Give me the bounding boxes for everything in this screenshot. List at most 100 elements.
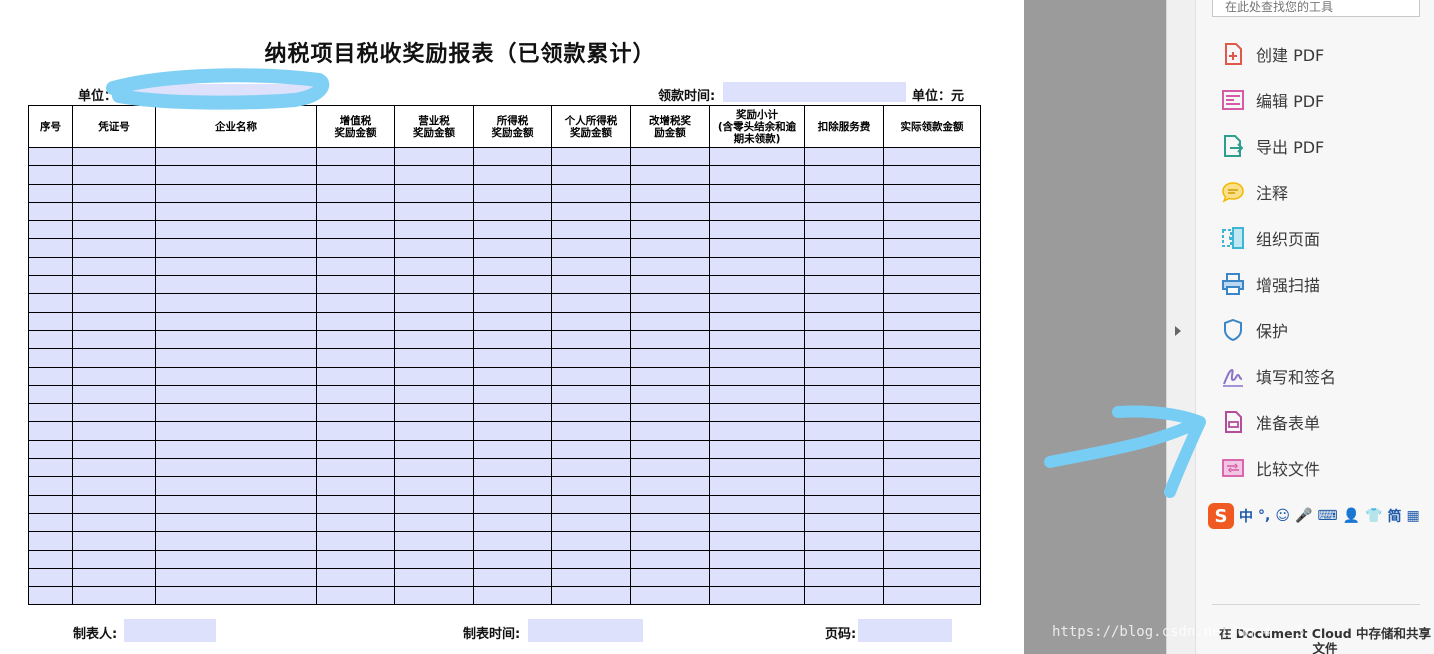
form-cell[interactable] xyxy=(804,494,884,514)
form-cell[interactable] xyxy=(630,348,710,368)
form-cell[interactable] xyxy=(72,201,156,222)
form-cell[interactable] xyxy=(709,549,805,569)
form-cell[interactable] xyxy=(473,476,552,496)
tool-fill-sign[interactable]: 填写和签名 xyxy=(1220,361,1420,391)
form-cell[interactable] xyxy=(72,311,156,331)
form-cell[interactable] xyxy=(709,421,805,441)
form-cell[interactable] xyxy=(316,311,395,331)
form-cell[interactable] xyxy=(316,458,395,478)
form-cell[interactable] xyxy=(630,512,710,533)
form-cell[interactable] xyxy=(883,531,981,551)
form-cell[interactable] xyxy=(316,146,395,167)
form-cell[interactable] xyxy=(551,567,631,588)
form-cell[interactable] xyxy=(473,439,552,460)
form-cell[interactable] xyxy=(28,311,73,331)
form-cell[interactable] xyxy=(804,458,884,478)
tool-comment[interactable]: 注释 xyxy=(1220,177,1420,207)
form-cell[interactable] xyxy=(28,549,73,569)
form-cell[interactable] xyxy=(804,275,884,295)
form-cell[interactable] xyxy=(473,494,552,514)
form-cell[interactable] xyxy=(709,439,805,460)
form-cell[interactable] xyxy=(804,348,884,368)
form-cell[interactable] xyxy=(72,421,156,441)
form-cell[interactable] xyxy=(709,384,805,405)
tool-compare-files[interactable]: 比较文件 xyxy=(1220,453,1420,483)
form-cell[interactable] xyxy=(28,567,73,588)
payment-time-field[interactable] xyxy=(723,82,906,102)
form-cell[interactable] xyxy=(394,384,474,405)
form-cell[interactable] xyxy=(316,494,395,514)
form-cell[interactable] xyxy=(551,439,631,460)
form-cell[interactable] xyxy=(316,165,395,185)
form-cell[interactable] xyxy=(155,275,317,295)
form-cell[interactable] xyxy=(72,567,156,588)
form-cell[interactable] xyxy=(316,201,395,222)
form-cell[interactable] xyxy=(155,494,317,514)
form-cell[interactable] xyxy=(551,403,631,423)
form-cell[interactable] xyxy=(630,183,710,203)
form-cell[interactable] xyxy=(72,238,156,258)
form-cell[interactable] xyxy=(28,183,73,203)
form-cell[interactable] xyxy=(551,494,631,514)
form-cell[interactable] xyxy=(630,165,710,185)
form-cell[interactable] xyxy=(630,256,710,277)
form-cell[interactable] xyxy=(709,275,805,295)
form-cell[interactable] xyxy=(316,238,395,258)
form-cell[interactable] xyxy=(551,329,631,350)
form-cell[interactable] xyxy=(709,201,805,222)
form-cell[interactable] xyxy=(709,512,805,533)
form-cell[interactable] xyxy=(804,293,884,313)
form-cell[interactable] xyxy=(394,293,474,313)
form-cell[interactable] xyxy=(804,439,884,460)
form-cell[interactable] xyxy=(551,275,631,295)
form-cell[interactable] xyxy=(394,458,474,478)
ime-keyboard-icon[interactable]: ⌨ xyxy=(1317,508,1337,524)
form-cell[interactable] xyxy=(473,586,552,606)
form-cell[interactable] xyxy=(473,201,552,222)
form-cell[interactable] xyxy=(473,348,552,368)
form-cell[interactable] xyxy=(316,531,395,551)
ime-punctuation-icon[interactable]: °, xyxy=(1258,508,1270,524)
form-cell[interactable] xyxy=(316,384,395,405)
tool-prepare-form[interactable]: 准备表单 xyxy=(1220,407,1420,437)
form-cell[interactable] xyxy=(883,329,981,350)
form-cell[interactable] xyxy=(316,183,395,203)
form-cell[interactable] xyxy=(473,256,552,277)
form-cell[interactable] xyxy=(72,476,156,496)
tool-protect[interactable]: 保护 xyxy=(1220,315,1420,345)
form-cell[interactable] xyxy=(72,586,156,606)
form-cell[interactable] xyxy=(709,476,805,496)
form-cell[interactable] xyxy=(883,384,981,405)
form-cell[interactable] xyxy=(155,165,317,185)
form-cell[interactable] xyxy=(709,366,805,386)
form-cell[interactable] xyxy=(551,421,631,441)
form-cell[interactable] xyxy=(883,421,981,441)
form-cell[interactable] xyxy=(155,384,317,405)
form-cell[interactable] xyxy=(709,183,805,203)
form-cell[interactable] xyxy=(155,256,317,277)
form-cell[interactable] xyxy=(804,311,884,331)
form-cell[interactable] xyxy=(883,311,981,331)
form-cell[interactable] xyxy=(316,403,395,423)
form-cell[interactable] xyxy=(709,146,805,167)
tool-organize-pages[interactable]: 组织页面 xyxy=(1220,223,1420,253)
form-cell[interactable] xyxy=(155,567,317,588)
form-cell[interactable] xyxy=(630,549,710,569)
form-cell[interactable] xyxy=(72,183,156,203)
form-cell[interactable] xyxy=(155,329,317,350)
form-cell[interactable] xyxy=(394,256,474,277)
form-cell[interactable] xyxy=(630,384,710,405)
sogou-logo-icon[interactable]: S xyxy=(1208,503,1234,529)
form-cell[interactable] xyxy=(883,275,981,295)
form-cell[interactable] xyxy=(72,329,156,350)
form-cell[interactable] xyxy=(473,512,552,533)
form-cell[interactable] xyxy=(155,146,317,167)
form-cell[interactable] xyxy=(394,439,474,460)
tool-export-pdf[interactable]: 导出 PDF xyxy=(1220,131,1420,161)
form-cell[interactable] xyxy=(394,549,474,569)
form-cell[interactable] xyxy=(155,238,317,258)
form-cell[interactable] xyxy=(804,421,884,441)
form-cell[interactable] xyxy=(28,275,73,295)
form-cell[interactable] xyxy=(394,366,474,386)
form-cell[interactable] xyxy=(28,384,73,405)
